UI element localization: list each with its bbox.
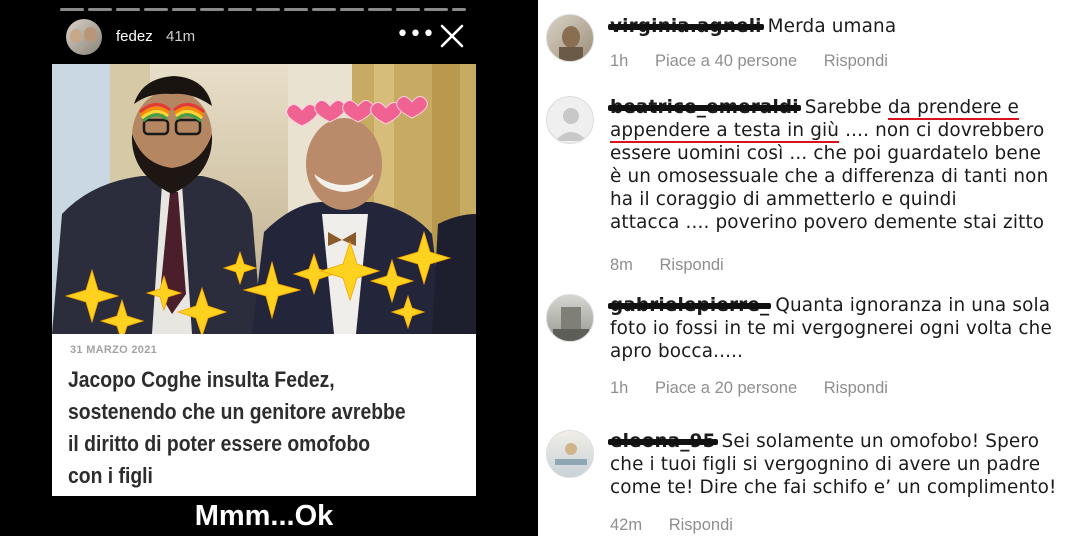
comment-text: beatrice_emeraldi Sarebbe da prendere e …	[608, 96, 1076, 234]
reply-button[interactable]: Rispondi	[824, 52, 888, 70]
comment-meta: 1h Piace a 20 persone Rispondi	[610, 379, 910, 398]
comment-text: virginia.agneli Merda umana	[608, 15, 1076, 38]
story-progress-segment	[116, 8, 140, 11]
story-timestamp: 41m	[166, 28, 196, 45]
comment-likes[interactable]: Piace a 40 persone	[655, 52, 797, 70]
story-progress-segment	[172, 8, 196, 11]
comment-time: 1h	[610, 52, 629, 70]
photo-illustration	[52, 64, 476, 334]
story-progress-segment	[60, 8, 84, 11]
comment-username[interactable]: gabrielepierre_	[608, 294, 772, 317]
comment-username[interactable]: beatrice_emeraldi	[608, 96, 801, 119]
close-icon[interactable]	[438, 22, 466, 50]
comment-time: 42m	[610, 516, 643, 534]
story-progress-segment	[340, 8, 364, 11]
story-photo	[52, 64, 476, 334]
story-progress-segment	[228, 8, 252, 11]
story-progress-segment	[88, 8, 112, 11]
story-progress-segment	[452, 8, 466, 11]
article-title: Jacopo Coghe insulta Fedez, sostenendo c…	[68, 367, 406, 488]
comment-time: 1h	[610, 379, 629, 397]
story-progress-segment	[424, 8, 448, 11]
story-username[interactable]: fedez	[116, 28, 153, 45]
avatar[interactable]	[66, 19, 102, 55]
avatar[interactable]	[546, 294, 594, 342]
comment-body: Merda umana	[761, 16, 897, 37]
story-progress-segment	[256, 8, 280, 11]
story-caption: Mmm...Ok	[194, 500, 334, 532]
comment-likes[interactable]: Piace a 20 persone	[655, 379, 797, 397]
comment-meta: 42m Rispondi	[610, 516, 755, 535]
comment-text: eleona_95 Sei solamente un omofobo! Sper…	[608, 430, 1076, 499]
story-header: fedez 41m •••	[0, 16, 538, 60]
story-progress-segment	[312, 8, 336, 11]
story-progress-segment	[200, 8, 224, 11]
comment-meta: 1h Piace a 40 persone Rispondi	[610, 52, 910, 71]
article-card[interactable]: 31 MARZO 2021 Jacopo Coghe insulta Fedez…	[52, 334, 476, 496]
comments-panel: virginia.agneli Merda umana 1h Piace a 4…	[538, 0, 1080, 536]
story-progress-segment	[284, 8, 308, 11]
comment-text: gabrielepierre_ Quanta ignoranza in una …	[608, 294, 1076, 363]
story-progress-segment	[144, 8, 168, 11]
comment-username[interactable]: eleona_95	[608, 430, 718, 453]
comment-meta: 8m Rispondi	[610, 256, 746, 275]
reply-button[interactable]: Rispondi	[669, 516, 733, 534]
avatar[interactable]	[546, 14, 594, 62]
avatar[interactable]	[546, 96, 594, 144]
more-options-icon[interactable]: •••	[396, 20, 435, 50]
comment-username[interactable]: virginia.agneli	[608, 15, 764, 38]
comment-time: 8m	[610, 256, 633, 274]
story-progress-segment	[368, 8, 392, 11]
story-progress-segment	[396, 8, 420, 11]
article-date: 31 MARZO 2021	[70, 344, 158, 356]
comment-body: Sarebbe	[798, 97, 888, 118]
reply-button[interactable]: Rispondi	[824, 379, 888, 397]
avatar[interactable]	[546, 430, 594, 478]
story-panel[interactable]: fedez 41m ••• 31 MARZO 2021 Jacopo Coghe…	[0, 0, 538, 536]
reply-button[interactable]: Rispondi	[660, 256, 724, 274]
